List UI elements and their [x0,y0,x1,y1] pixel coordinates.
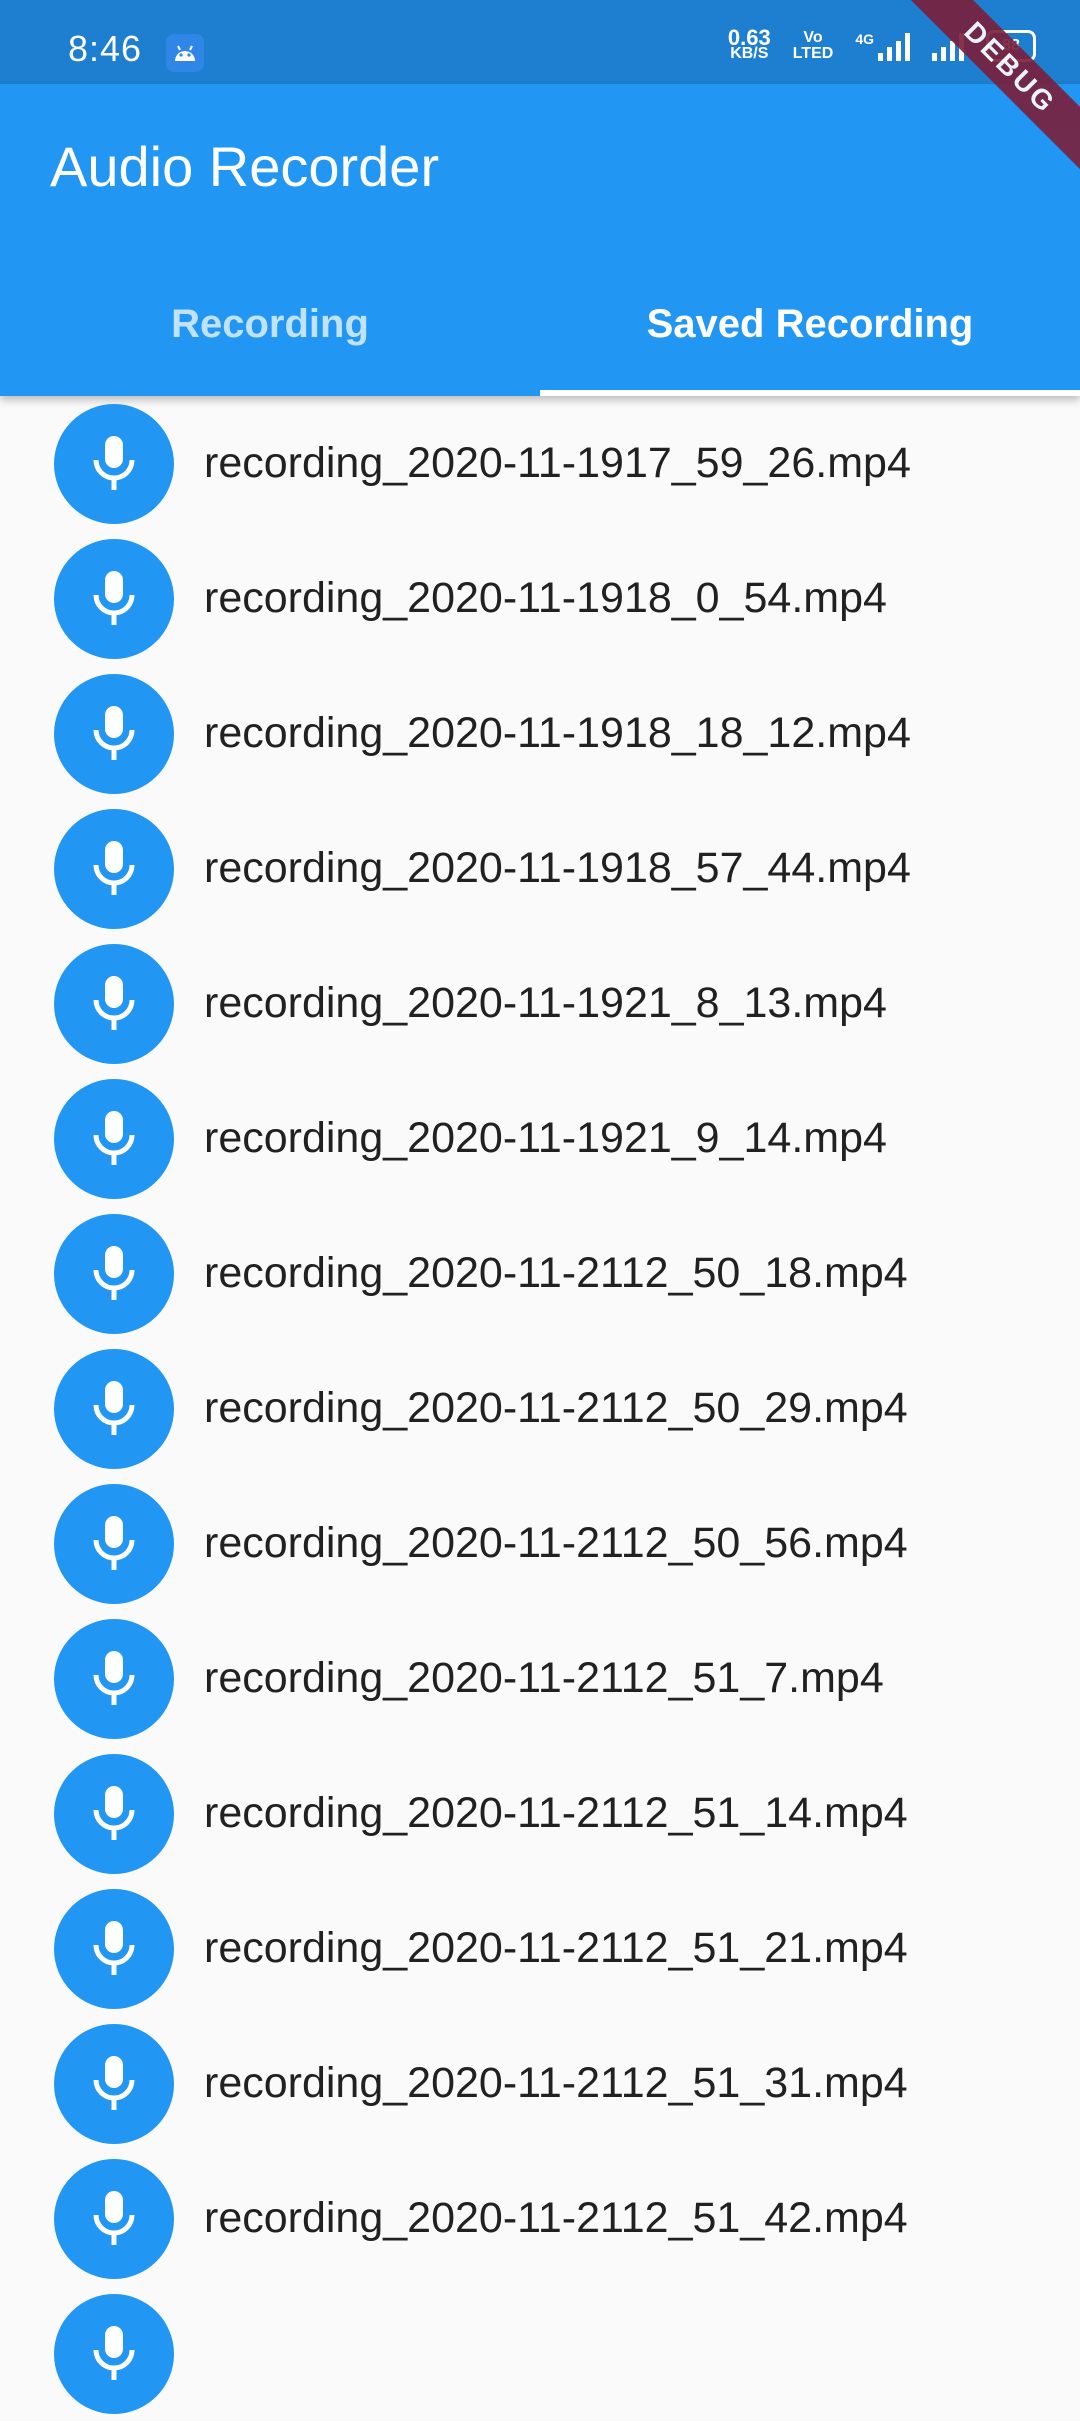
signal-4g-icon: 4G [855,31,910,61]
network-speed: 0.63 KB/S [727,25,771,62]
list-item[interactable]: recording_2020-11-1918_57_44.mp4 [0,801,1080,936]
list-item[interactable]: recording_2020-11-2112_50_29.mp4 [0,1341,1080,1476]
mic-icon [54,943,174,1064]
recording-name: recording_2020-11-2112_51_14.mp4 [204,1789,908,1837]
list-item[interactable]: recording_2020-11-2112_51_42.mp4 [0,2151,1080,2286]
tab-recording[interactable]: Recording [0,252,540,396]
list-item[interactable]: recording_2020-11-1917_59_26.mp4 [0,396,1080,531]
list-item[interactable]: recording_2020-11-2112_50_18.mp4 [0,1206,1080,1341]
status-time: 8:46 [68,28,143,69]
list-item[interactable]: recording_2020-11-2112_51_21.mp4 [0,1881,1080,2016]
mic-icon [54,1618,174,1739]
list-item[interactable]: recording_2020-11-1918_0_54.mp4 [0,531,1080,666]
mic-icon [54,1753,174,1874]
mic-icon [54,1078,174,1199]
recording-name: recording_2020-11-1917_59_26.mp4 [204,439,911,487]
status-bar: 8:46 0.63 KB/S Vo LTED 4G 88 [0,0,1080,84]
mic-icon [54,1483,174,1604]
list-item[interactable]: recording_2020-11-1921_9_14.mp4 [0,1071,1080,1206]
recording-name: recording_2020-11-2112_51_31.mp4 [204,2059,908,2107]
recording-name: recording_2020-11-1921_9_14.mp4 [204,1114,887,1162]
list-item[interactable]: recording_2020-11-1921_8_13.mp4 [0,936,1080,1071]
list-item[interactable]: recording_2020-11-2112_51_7.mp4 [0,1611,1080,1746]
mic-icon [54,673,174,794]
recording-name: recording_2020-11-2112_50_18.mp4 [204,1249,908,1297]
recording-name: recording_2020-11-1918_0_54.mp4 [204,574,887,622]
recording-name: recording_2020-11-2112_51_21.mp4 [204,1924,908,1972]
recording-name: recording_2020-11-2112_50_56.mp4 [204,1519,908,1567]
mic-icon [54,538,174,659]
list-item[interactable]: recording_2020-11-2112_50_56.mp4 [0,1476,1080,1611]
tab-bar: Recording Saved Recording [0,252,1080,396]
recording-name: recording_2020-11-2112_50_29.mp4 [204,1384,908,1432]
list-item[interactable]: recording_2020-11-1918_18_12.mp4 [0,666,1080,801]
mic-icon [54,2023,174,2144]
recording-name: recording_2020-11-1918_18_12.mp4 [204,709,911,757]
list-item[interactable]: recording_2020-11-2112_51_31.mp4 [0,2016,1080,2151]
recording-name: recording_2020-11-1921_8_13.mp4 [204,979,887,1027]
mic-icon [54,1888,174,2009]
mic-icon [54,403,174,524]
volte-indicator: Vo LTED [792,29,834,62]
mic-icon [54,2293,174,2414]
tab-saved-recording[interactable]: Saved Recording [540,252,1080,396]
mic-icon [54,808,174,929]
mic-icon [54,2158,174,2279]
recordings-list: recording_2020-11-1917_59_26.mp4 recordi… [0,396,1080,2421]
page-title: Audio Recorder [50,135,440,198]
recording-name: recording_2020-11-2112_51_42.mp4 [204,2194,908,2242]
app-bar: Audio Recorder Recording Saved Recording [0,84,1080,396]
list-item[interactable]: recording_2020-11-2112_51_14.mp4 [0,1746,1080,1881]
android-notification-icon [166,34,204,72]
recording-name: recording_2020-11-2112_51_7.mp4 [204,1654,884,1702]
list-item[interactable] [0,2286,1080,2421]
recording-name: recording_2020-11-1918_57_44.mp4 [204,844,911,892]
mic-icon [54,1213,174,1334]
mic-icon [54,1348,174,1469]
